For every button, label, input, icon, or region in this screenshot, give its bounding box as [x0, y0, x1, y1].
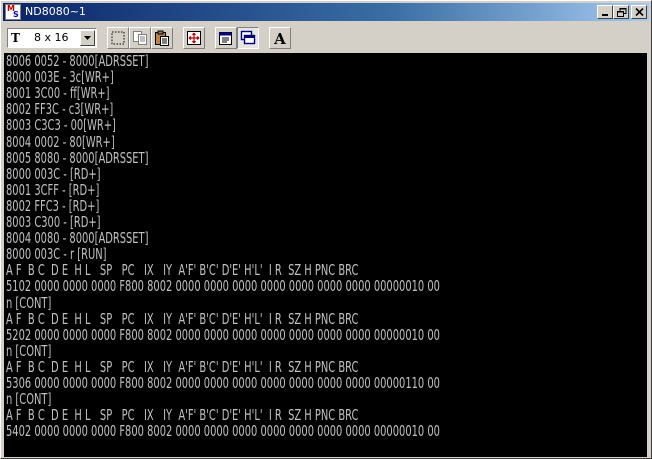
window-title: ND8080~1	[25, 5, 86, 18]
close-button[interactable]	[631, 5, 647, 19]
fullscreen-icon	[187, 31, 201, 45]
app-icon-letter-s: S	[13, 10, 19, 19]
app-icon[interactable]: M S	[5, 4, 21, 20]
font-icon: A	[273, 30, 286, 46]
background-button[interactable]	[237, 27, 259, 49]
minimize-button[interactable]	[597, 5, 613, 19]
copy-button[interactable]	[129, 27, 151, 49]
paste-button[interactable]	[151, 27, 173, 49]
title-bar[interactable]: M S ND8080~1	[3, 3, 649, 21]
mark-icon	[111, 31, 125, 45]
console-line: 5202 0000 0000 0000 F800 8002 0000 0000 …	[6, 325, 440, 344]
mark-button[interactable]	[107, 27, 129, 49]
paste-icon	[155, 30, 169, 46]
minimize-icon	[602, 14, 608, 16]
properties-icon	[219, 32, 232, 45]
font-size-value: 8 x 16	[34, 31, 69, 44]
console-line: 5306 0000 0000 0000 F800 8002 0000 0000 …	[6, 374, 440, 392]
console-output[interactable]: 8006 0052 - 8000[ADRSSET] 8000 003E - 3c[…	[4, 53, 647, 457]
fullscreen-button[interactable]	[183, 27, 205, 49]
restore-icon	[617, 8, 627, 17]
console-window: M S ND8080~1 T 8 x 16 A 8006 0052 - 8000…	[0, 0, 652, 459]
font-type-icon: T	[11, 31, 20, 45]
font-size-select[interactable]: T 8 x 16	[7, 28, 97, 48]
console-line: 5402 0000 0000 0000 F800 8002 0000 0000 …	[6, 422, 440, 441]
console-line: 5102 0000 0000 0000 F800 8002 0000 0000 …	[6, 277, 440, 296]
properties-button[interactable]	[215, 27, 237, 49]
restore-button[interactable]	[613, 5, 629, 19]
copy-icon	[133, 31, 147, 45]
background-icon	[240, 30, 256, 45]
font-button[interactable]: A	[269, 27, 291, 49]
console-right-edge	[648, 53, 651, 457]
toolbar: T 8 x 16 A	[3, 23, 649, 53]
chevron-down-icon	[84, 36, 91, 40]
close-icon	[635, 8, 644, 17]
font-size-dropdown-button[interactable]	[80, 30, 95, 46]
svg-text:A: A	[273, 30, 286, 46]
